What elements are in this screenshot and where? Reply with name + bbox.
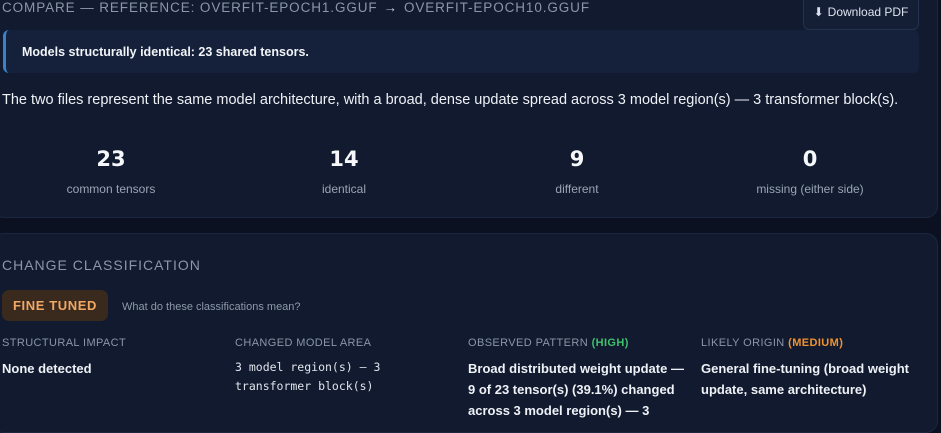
column-heading: LIKELY ORIGIN (MEDIUM) (701, 337, 844, 349)
stat-label: different (555, 182, 599, 196)
stat-value: 23 (96, 147, 126, 171)
structural-impact-column: STRUCTURAL IMPACT None detected (2, 337, 224, 379)
classification-badge: FINE TUNED (2, 290, 108, 321)
download-icon: ⬇ (813, 5, 824, 19)
stat-label: missing (either side) (756, 182, 864, 196)
stat-value: 0 (802, 147, 818, 171)
stat-value: 9 (569, 147, 585, 171)
classification-help-link[interactable]: What do these classifications mean? (122, 301, 301, 313)
changed-model-area-value: 3 model region(s) — 3 transformer block(… (235, 360, 381, 393)
target-file: OVERFIT-EPOCH10.GGUF (403, 0, 590, 15)
stat-value: 14 (329, 147, 359, 171)
observed-pattern-value: Broad distributed weight update — 9 of 2… (468, 361, 684, 418)
structural-impact-value: None detected (2, 361, 92, 376)
column-heading: OBSERVED PATTERN (HIGH) (468, 337, 629, 349)
stat-different: 9 different (467, 146, 687, 196)
download-pdf-button[interactable]: ⬇ Download PDF (803, 0, 919, 30)
column-heading: CHANGED MODEL AREA (235, 337, 372, 349)
reference-file: COMPARE — REFERENCE: OVERFIT-EPOCH1.GGUF (2, 0, 378, 15)
structural-identity-alert: Models structurally identical: 23 shared… (3, 30, 919, 73)
stat-missing: 0 missing (either side) (700, 146, 920, 196)
alert-text: Models structurally identical: 23 shared… (22, 44, 309, 59)
summary-text: The two files represent the same model a… (2, 92, 899, 108)
likely-origin-value: General fine-tuning (broad weight update… (701, 361, 909, 397)
changed-model-area-column: CHANGED MODEL AREA 3 model region(s) — 3… (235, 337, 457, 396)
confidence-badge: (HIGH) (591, 337, 629, 349)
arrow-icon: → (383, 0, 398, 15)
compare-header: COMPARE — REFERENCE: OVERFIT-EPOCH1.GGUF… (2, 0, 590, 15)
column-heading: STRUCTURAL IMPACT (2, 337, 127, 349)
likely-origin-column: LIKELY ORIGIN (MEDIUM) General fine-tuni… (701, 337, 923, 400)
download-pdf-label: Download PDF (827, 5, 909, 19)
stat-label: common tensors (66, 182, 156, 196)
stat-label: identical (321, 182, 367, 196)
stat-identical: 14 identical (234, 146, 454, 196)
stat-common-tensors: 23 common tensors (1, 146, 221, 196)
confidence-badge: (MEDIUM) (788, 337, 844, 349)
observed-pattern-column: OBSERVED PATTERN (HIGH) Broad distribute… (468, 337, 690, 421)
section-title: CHANGE CLASSIFICATION (2, 257, 201, 273)
